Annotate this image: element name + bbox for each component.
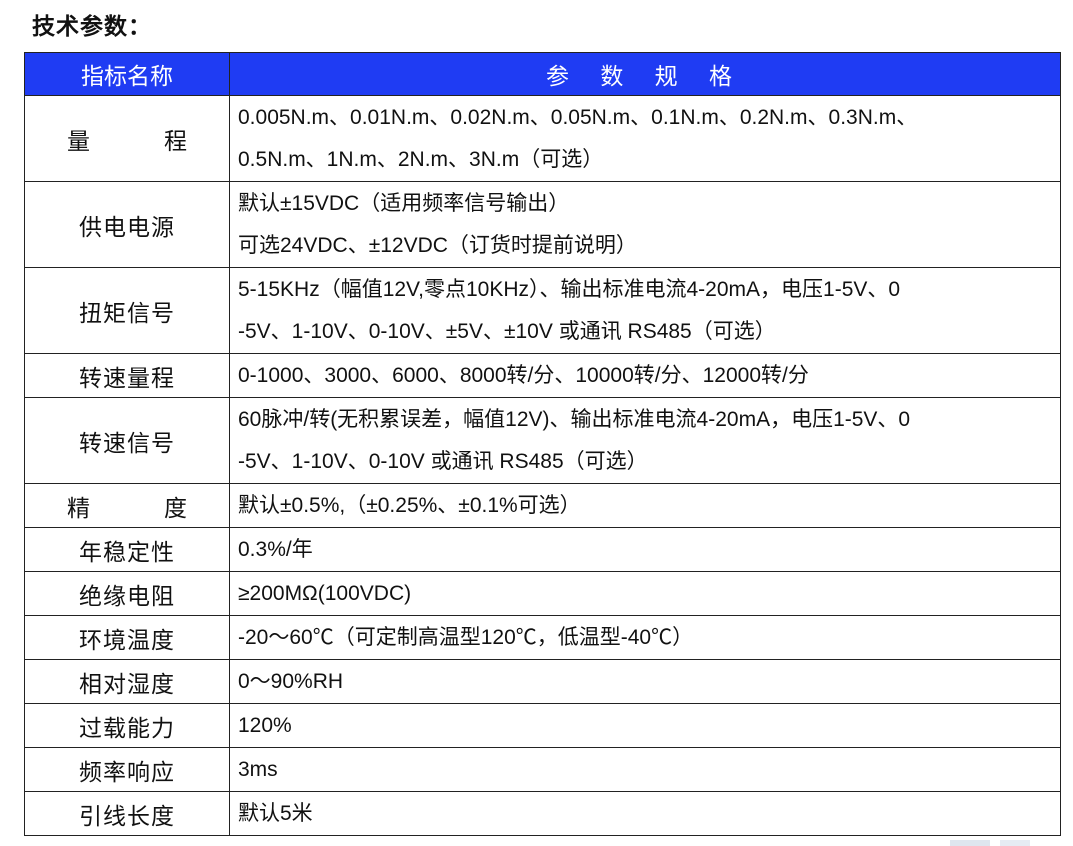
- row-name-label: 量程: [67, 128, 187, 155]
- row-value-line: 0～90%RH: [238, 669, 344, 693]
- row-value-cell: 0.005N.m、0.01N.m、0.02N.m、0.05N.m、0.1N.m、…: [229, 95, 1061, 182]
- row-name-cell: 转速信号: [24, 397, 230, 484]
- row-value-cell: 默认5米: [229, 791, 1061, 836]
- row-value-line: 0-1000、3000、6000、8000转/分、10000转/分、12000转…: [238, 363, 809, 387]
- table-row: 绝缘电阻 ≥200MΩ(100VDC): [24, 571, 1061, 616]
- row-value-cell: 60脉冲/转(无积累误差，幅值12V)、输出标准电流4-20mA，电压1-5V、…: [229, 397, 1061, 484]
- row-value-line: 120%: [238, 713, 292, 737]
- row-value-line: 0.3%/年: [238, 537, 313, 561]
- row-value-line: 0.5N.m、1N.m、2N.m、3N.m（可选）: [238, 147, 604, 171]
- row-value-cell: 0～90%RH: [229, 659, 1061, 704]
- table-row: 环境温度 -20～60℃（可定制高温型120℃，低温型-40℃）: [24, 615, 1061, 660]
- row-value-line: -20～60℃（可定制高温型120℃，低温型-40℃）: [238, 625, 694, 649]
- row-value-line: 60脉冲/转(无积累误差，幅值12V)、输出标准电流4-20mA，电压1-5V、…: [238, 407, 911, 431]
- table-row: 扭矩信号 5-15KHz（幅值12V,零点10KHz）、输出标准电流4-20mA…: [24, 267, 1061, 354]
- row-name-cell: 年稳定性: [24, 527, 230, 572]
- row-value-line: -5V、1-10V、0-10V 或通讯 RS485（可选）: [238, 449, 648, 473]
- table-row: 精度 默认±0.5%,（±0.25%、±0.1%可选）: [24, 483, 1061, 528]
- row-value-cell: ≥200MΩ(100VDC): [229, 571, 1061, 616]
- row-value-line: 默认±0.5%,（±0.25%、±0.1%可选）: [238, 493, 581, 517]
- table-row: 频率响应 3ms: [24, 747, 1061, 792]
- row-name-cell: 量程: [24, 95, 230, 182]
- row-value-cell: 120%: [229, 703, 1061, 748]
- row-name-cell: 绝缘电阻: [24, 571, 230, 616]
- page-bottom-edge: [0, 838, 1073, 846]
- decorative-block: [1000, 840, 1030, 846]
- table-row: 过载能力 120%: [24, 703, 1061, 748]
- row-value-line: 可选24VDC、±12VDC（订货时提前说明）: [238, 233, 637, 257]
- row-value-cell: 5-15KHz（幅值12V,零点10KHz）、输出标准电流4-20mA，电压1-…: [229, 267, 1061, 354]
- row-name-label: 精度: [67, 495, 187, 522]
- row-value-line: 3ms: [238, 757, 278, 781]
- row-value-line: -5V、1-10V、0-10V、±5V、±10V 或通讯 RS485（可选）: [238, 319, 776, 343]
- decorative-block: [950, 840, 990, 846]
- table-row: 年稳定性 0.3%/年: [24, 527, 1061, 572]
- header-indicator-name: 指标名称: [24, 52, 230, 96]
- table-row: 转速量程 0-1000、3000、6000、8000转/分、10000转/分、1…: [24, 353, 1061, 398]
- table-row: 引线长度 默认5米: [24, 791, 1061, 836]
- table-row: 供电电源 默认±15VDC（适用频率信号输出） 可选24VDC、±12VDC（订…: [24, 181, 1061, 268]
- row-name-cell: 转速量程: [24, 353, 230, 398]
- table-row: 转速信号 60脉冲/转(无积累误差，幅值12V)、输出标准电流4-20mA，电压…: [24, 397, 1061, 484]
- row-value-line: 默认±15VDC（适用频率信号输出）: [238, 191, 570, 215]
- row-value-cell: 默认±0.5%,（±0.25%、±0.1%可选）: [229, 483, 1061, 528]
- row-value-line: 0.005N.m、0.01N.m、0.02N.m、0.05N.m、0.1N.m、…: [238, 105, 918, 129]
- row-value-line: 5-15KHz（幅值12V,零点10KHz）、输出标准电流4-20mA，电压1-…: [238, 277, 901, 301]
- header-spec: 参 数 规 格: [229, 52, 1061, 96]
- row-value-cell: 默认±15VDC（适用频率信号输出） 可选24VDC、±12VDC（订货时提前说…: [229, 181, 1061, 268]
- row-value-cell: 0.3%/年: [229, 527, 1061, 572]
- table-row: 量程 0.005N.m、0.01N.m、0.02N.m、0.05N.m、0.1N…: [24, 95, 1061, 182]
- tech-spec-table: 指标名称 参 数 规 格 量程 0.005N.m、0.01N.m、0.02N.m…: [24, 52, 1061, 836]
- table-header-row: 指标名称 参 数 规 格: [24, 52, 1061, 96]
- row-name-cell: 供电电源: [24, 181, 230, 268]
- row-value-line: ≥200MΩ(100VDC): [238, 581, 412, 605]
- row-value-cell: 3ms: [229, 747, 1061, 792]
- row-name-cell: 过载能力: [24, 703, 230, 748]
- row-name-cell: 环境温度: [24, 615, 230, 660]
- row-value-line: 默认5米: [238, 801, 313, 825]
- document-title: 技术参数：: [32, 14, 152, 40]
- row-value-cell: 0-1000、3000、6000、8000转/分、10000转/分、12000转…: [229, 353, 1061, 398]
- row-name-cell: 频率响应: [24, 747, 230, 792]
- row-name-cell: 精度: [24, 483, 230, 528]
- row-name-cell: 相对湿度: [24, 659, 230, 704]
- row-name-cell: 引线长度: [24, 791, 230, 836]
- row-name-cell: 扭矩信号: [24, 267, 230, 354]
- row-value-cell: -20～60℃（可定制高温型120℃，低温型-40℃）: [229, 615, 1061, 660]
- table-row: 相对湿度 0～90%RH: [24, 659, 1061, 704]
